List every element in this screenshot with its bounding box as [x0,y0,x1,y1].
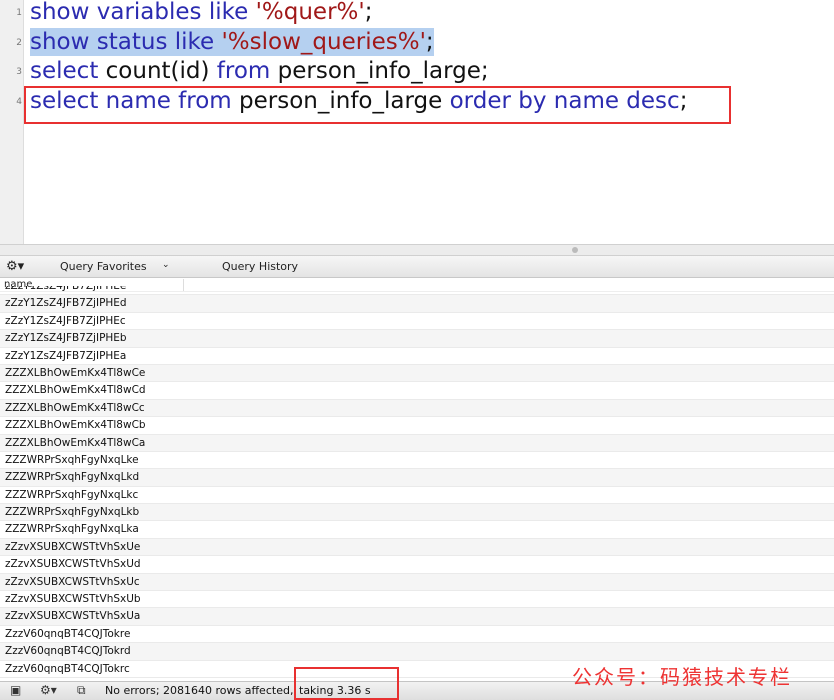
copy-icon[interactable]: ⧉ [77,683,86,698]
query-history-button[interactable]: Query History [222,260,298,273]
table-row[interactable]: ZZZWRPrSxqhFgyNxqLkb [0,504,834,522]
line-number: 1 [16,8,22,18]
sql-editor[interactable]: 1234 show variables like '%quer%'; show s… [0,0,834,244]
table-row[interactable]: ZZZWRPrSxqhFgyNxqLke [0,452,834,470]
code-token: ; [364,0,373,25]
table-row[interactable]: ZZZXLBhOwEmKx4Tl8wCc [0,399,834,418]
query-toolbar: ⚙▾ Query Favorites ⌄ Query History [0,256,834,278]
table-row[interactable]: zZzvXSUBXCWSTtVhSxUe [0,538,834,557]
code-token: person_info_large; [277,58,489,84]
table-row[interactable]: ZZZWRPrSxqhFgyNxqLkc [0,487,834,505]
status-message: No errors; 2081640 rows affected, [105,684,294,697]
table-row[interactable]: ZZZWRPrSxqhFgyNxqLkd [0,469,834,487]
code-token: '%slow_queries%' [221,28,426,55]
code-line[interactable]: select count(id) from person_info_large; [30,57,489,85]
table-row[interactable]: ZZZXLBhOwEmKx4Tl8wCa [0,434,834,452]
table-row[interactable]: ZZZXLBhOwEmKx4Tl8wCd [0,382,834,400]
line-number-gutter: 1 2 3 4 [0,0,24,244]
results-table[interactable]: zZzY1ZsZ4JFB7ZjIPHEe zZzY1ZsZ4JFB7ZjIPHEd… [0,286,834,681]
code-token: select [30,58,106,84]
code-token: count(id) [105,58,217,84]
table-row[interactable]: ZZZXLBhOwEmKx4Tl8wCb [0,417,834,435]
code-token: show status like [30,28,222,55]
code-token: show variables like [30,0,256,25]
line-number: 3 [16,67,22,77]
highlight-box-timing [294,667,399,700]
table-row[interactable]: zZzY1ZsZ4JFB7ZjIPHEd [0,295,834,313]
table-row[interactable]: zZzY1ZsZ4JFB7ZjIPHEc [0,313,834,331]
gear-menu-icon[interactable]: ⚙▾ [40,683,57,697]
gear-menu-icon[interactable]: ⚙▾ [6,259,24,274]
chevron-down-icon[interactable]: ⌄ [162,260,170,270]
pane-splitter[interactable] [0,244,834,256]
code-line[interactable]: show status like '%slow_queries%'; [30,27,434,56]
line-number: 2 [16,37,22,48]
table-row[interactable]: ZZZXLBhOwEmKx4Tl8wCe [0,364,834,383]
line-number: 4 [16,96,22,107]
table-row[interactable]: zZzY1ZsZ4JFB7ZjIPHEb [0,330,834,348]
query-favorites-button[interactable]: Query Favorites [60,260,147,273]
table-row[interactable]: zZzY1ZsZ4JFB7ZjIPHEa [0,348,834,365]
watermark: 公众号：码猿技术专栏 [572,665,792,689]
table-row[interactable]: ZzzV60qnqBT4CQJTokre [0,626,834,644]
code-token: from [216,58,278,84]
code-line[interactable]: show variables like '%quer%'; [30,0,372,26]
splitter-handle-icon[interactable] [572,247,578,253]
table-row[interactable]: ZzzV60qnqBT4CQJTokrd [0,643,834,661]
toggle-panel-icon[interactable]: ▣ [10,683,21,697]
table-row[interactable]: zZzY1ZsZ4JFB7ZjIPHEe [0,286,834,296]
table-row[interactable]: zZzvXSUBXCWSTtVhSxUc [0,573,834,592]
table-row[interactable]: zZzvXSUBXCWSTtVhSxUa [0,608,834,626]
code-token: '%quer%' [255,0,365,25]
code-token: ; [425,28,434,55]
table-row[interactable]: zZzvXSUBXCWSTtVhSxUd [0,556,834,574]
table-row[interactable]: zZzvXSUBXCWSTtVhSxUb [0,591,834,609]
highlight-box-query [24,86,731,124]
table-row[interactable]: ZZZWRPrSxqhFgyNxqLka [0,521,834,539]
